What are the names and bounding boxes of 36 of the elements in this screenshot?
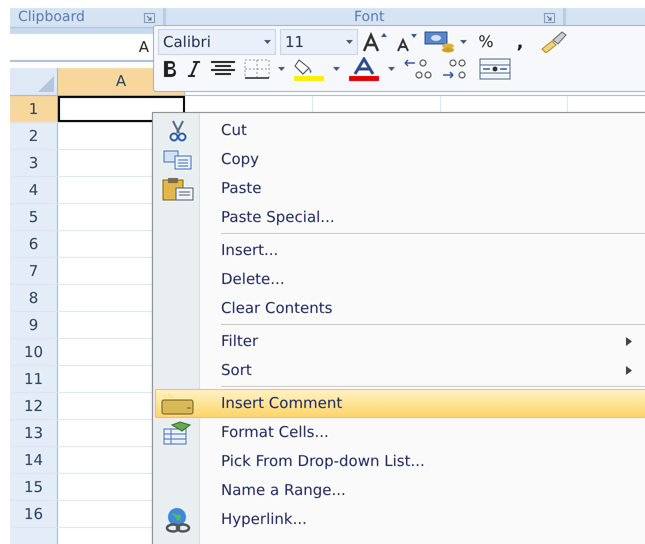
row-header[interactable]: 6 (10, 231, 58, 257)
menu-item[interactable]: Pick From Drop-down List... (155, 447, 645, 476)
menu-item[interactable]: Format Cells... (155, 418, 645, 447)
row-header[interactable]: 4 (10, 177, 58, 203)
menu-item[interactable]: Clear Contents (155, 294, 645, 323)
row-header[interactable]: 8 (10, 285, 58, 311)
menu-item[interactable]: Insert Comment (155, 389, 645, 418)
menu-item[interactable]: Insert... (155, 236, 645, 265)
row-header[interactable]: 1 (10, 96, 58, 122)
menu-item[interactable]: Hyperlink... (155, 505, 645, 534)
menu-item[interactable]: Filter (155, 327, 645, 356)
row-header[interactable]: 2 (10, 123, 58, 149)
font-size-field[interactable]: 11 (280, 29, 358, 55)
row-header[interactable]: 3 (10, 150, 58, 176)
group-label: Font (354, 8, 384, 27)
row-header[interactable]: 10 (10, 339, 58, 365)
row-header[interactable]: 9 (10, 312, 58, 338)
percent-style-button[interactable]: % (471, 29, 501, 55)
menu-item[interactable]: Paste Special... (155, 203, 645, 232)
font-name-field[interactable]: Calibri (158, 29, 276, 55)
menu-item[interactable]: Cut (155, 116, 645, 145)
row-header[interactable]: 15 (10, 474, 58, 500)
menu-item[interactable]: Sort (155, 356, 645, 385)
menu-item[interactable]: Paste (155, 174, 645, 203)
row-header[interactable]: 11 (10, 366, 58, 392)
row-header[interactable]: 16 (10, 501, 58, 527)
menu-item[interactable]: Name a Range... (155, 476, 645, 505)
comma-style-button[interactable]: , (505, 29, 535, 55)
row-header[interactable]: 13 (10, 420, 58, 446)
menu-item[interactable]: Delete... (155, 265, 645, 294)
row-header[interactable]: 12 (10, 393, 58, 419)
row-header[interactable]: 14 (10, 447, 58, 473)
row-header[interactable]: 7 (10, 258, 58, 284)
menu-item[interactable]: Copy (155, 145, 645, 174)
row-header[interactable]: 5 (10, 204, 58, 230)
group-label: Clipboard (18, 8, 85, 27)
